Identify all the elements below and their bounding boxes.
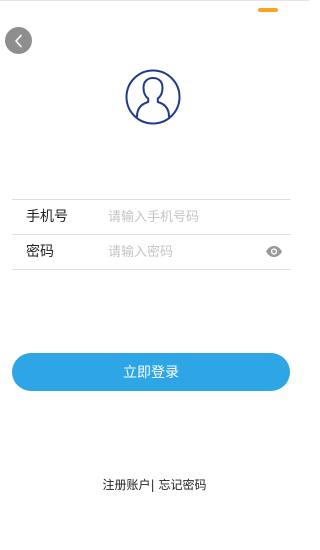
login-button[interactable]: 立即登录 <box>12 353 290 391</box>
login-button-label: 立即登录 <box>123 365 179 381</box>
phone-input[interactable] <box>108 205 258 229</box>
top-divider <box>0 0 309 1</box>
register-link[interactable]: 注册账户 <box>103 478 151 492</box>
status-indicator <box>258 8 278 12</box>
back-button[interactable] <box>5 27 32 54</box>
password-input[interactable] <box>108 240 258 264</box>
chevron-left-icon <box>14 34 24 48</box>
eye-icon[interactable] <box>265 245 283 258</box>
phone-row: 手机号 <box>12 199 291 234</box>
footer-links: 注册账户| 忘记密码 <box>0 477 309 493</box>
phone-label: 手机号 <box>26 209 68 225</box>
password-label: 密码 <box>26 244 54 260</box>
forgot-password-link[interactable]: 忘记密码 <box>158 478 206 492</box>
login-form: 手机号 密码 <box>12 199 291 270</box>
avatar <box>124 68 182 126</box>
footer-separator: | <box>150 478 155 492</box>
user-avatar-icon <box>124 68 182 126</box>
password-row: 密码 <box>12 234 291 270</box>
